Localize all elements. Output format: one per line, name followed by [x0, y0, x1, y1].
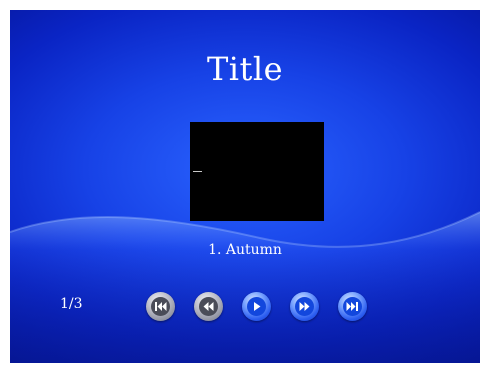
playback-controls	[146, 292, 367, 321]
fast-forward-button[interactable]	[290, 292, 319, 321]
video-display[interactable]	[190, 122, 324, 221]
skip-back-icon	[155, 302, 167, 311]
rewind-button[interactable]	[194, 292, 223, 321]
track-label: 1. Autumn	[208, 242, 282, 258]
video-cursor-mark	[193, 171, 202, 172]
slide-title: Title	[206, 50, 284, 88]
skip-forward-icon	[346, 302, 358, 311]
fast-forward-icon	[299, 302, 310, 311]
play-icon	[254, 302, 261, 311]
slide-counter: 1/3	[60, 296, 83, 312]
play-button[interactable]	[242, 292, 271, 321]
skip-to-end-button[interactable]	[338, 292, 367, 321]
rewind-icon	[203, 302, 214, 311]
skip-to-start-button[interactable]	[146, 292, 175, 321]
slide-stage: Title 1. Autumn 1/3	[10, 10, 480, 363]
